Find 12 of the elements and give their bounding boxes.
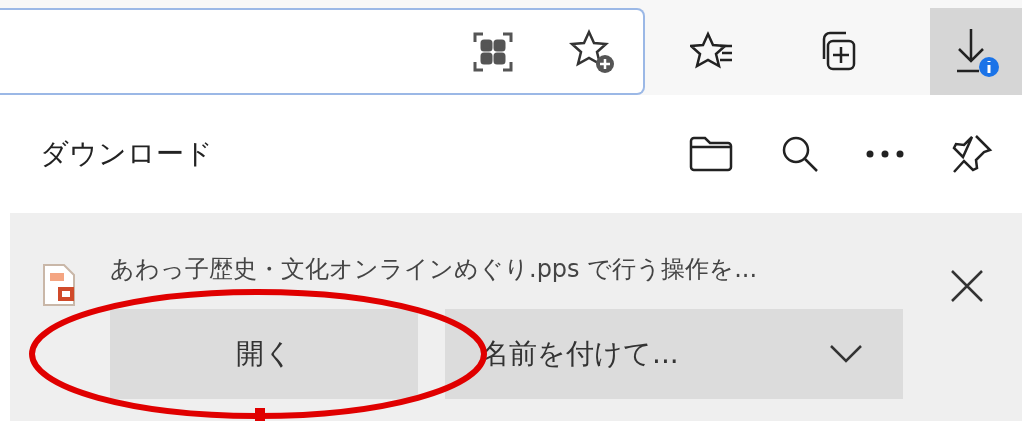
chevron-down-icon	[829, 344, 863, 364]
download-message: あわっ子歴史・文化オンラインめぐり.pps で行う操作を...	[110, 254, 759, 285]
open-button[interactable]: 開く	[110, 309, 418, 399]
file-icon	[42, 263, 78, 307]
folder-icon[interactable]	[688, 135, 734, 173]
more-icon[interactable]	[866, 150, 904, 158]
panel-title: ダウンロード	[40, 136, 214, 172]
add-favorite-icon[interactable]	[567, 27, 617, 76]
downloads-button[interactable]	[930, 8, 1022, 95]
address-field[interactable]	[0, 8, 645, 95]
close-icon[interactable]	[950, 269, 984, 303]
search-icon[interactable]	[780, 134, 820, 174]
